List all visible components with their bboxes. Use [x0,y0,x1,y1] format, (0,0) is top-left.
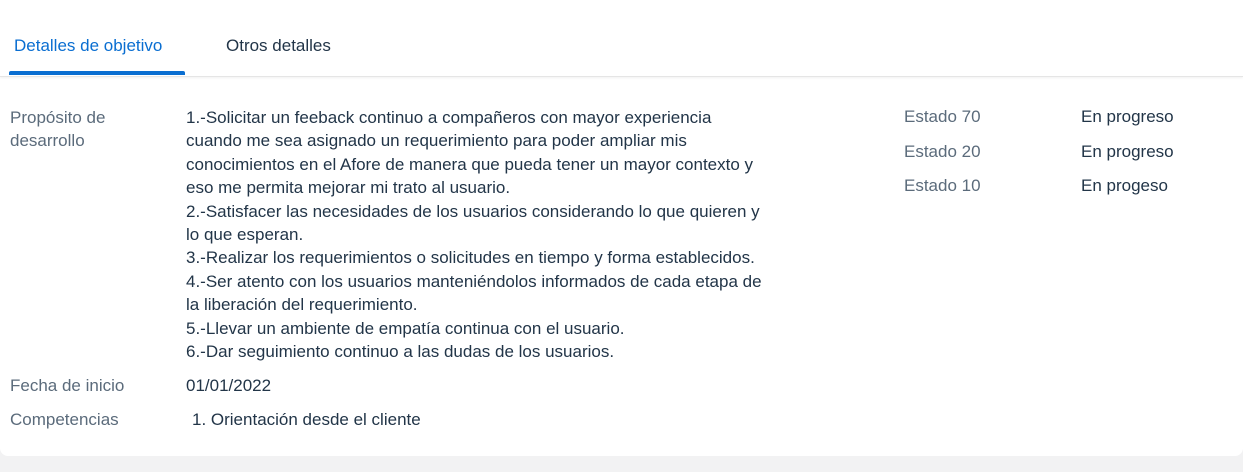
purpose-line: cuando me sea asignado un requerimiento … [186,131,687,151]
purpose-line: lo que esperan. [186,225,304,245]
status-label: Estado 20 [904,142,981,161]
active-tab-indicator [9,71,185,75]
purpose-line: 5.-Llevar un ambiente de empatía continu… [186,318,625,338]
goal-details-card: Detalles de objetivo Otros detalles Prop… [0,0,1243,456]
purpose-label-line-2: desarrollo [10,131,85,150]
tab-detalles-de-objetivo[interactable]: Detalles de objetivo [9,35,167,57]
tab-otros-detalles[interactable]: Otros detalles [226,35,331,57]
purpose-line: eso me permita mejorar mi trato al usuar… [186,178,511,198]
status-label: Estado 70 [904,107,981,126]
status-value: En progeso [1081,176,1168,195]
status-value: En progreso [1081,107,1174,126]
competency-item: 1. Orientación desde el cliente [192,410,421,429]
purpose-value: 1.-Solicitar un feeback continuo a compa… [186,106,846,363]
purpose-line: conocimientos en el Afore de manera que … [186,154,754,174]
start-date-label: Fecha de inicio [10,376,125,395]
tab-bar: Detalles de objetivo Otros detalles [0,0,1243,77]
purpose-line: 4.-Ser atento con los usuarios mantenién… [186,271,762,291]
purpose-line: 6.-Dar seguimiento continuo a las dudas … [186,342,615,362]
purpose-line: 3.-Realizar los requerimientos o solicit… [186,248,755,268]
purpose-line: 1.-Solicitar un feeback continuo a compa… [186,108,712,127]
purpose-label-line-1: Propósito de [10,108,106,127]
competencies-label: Competencias [10,410,119,429]
purpose-label: Propósito de desarrollo [10,106,105,152]
purpose-line: la liberación del requerimiento. [186,295,418,315]
start-date-value: 01/01/2022 [186,376,272,395]
purpose-line: 2.-Satisfacer las necesidades de los usu… [186,201,760,221]
status-label: Estado 10 [904,176,981,195]
status-value: En progreso [1081,142,1174,161]
